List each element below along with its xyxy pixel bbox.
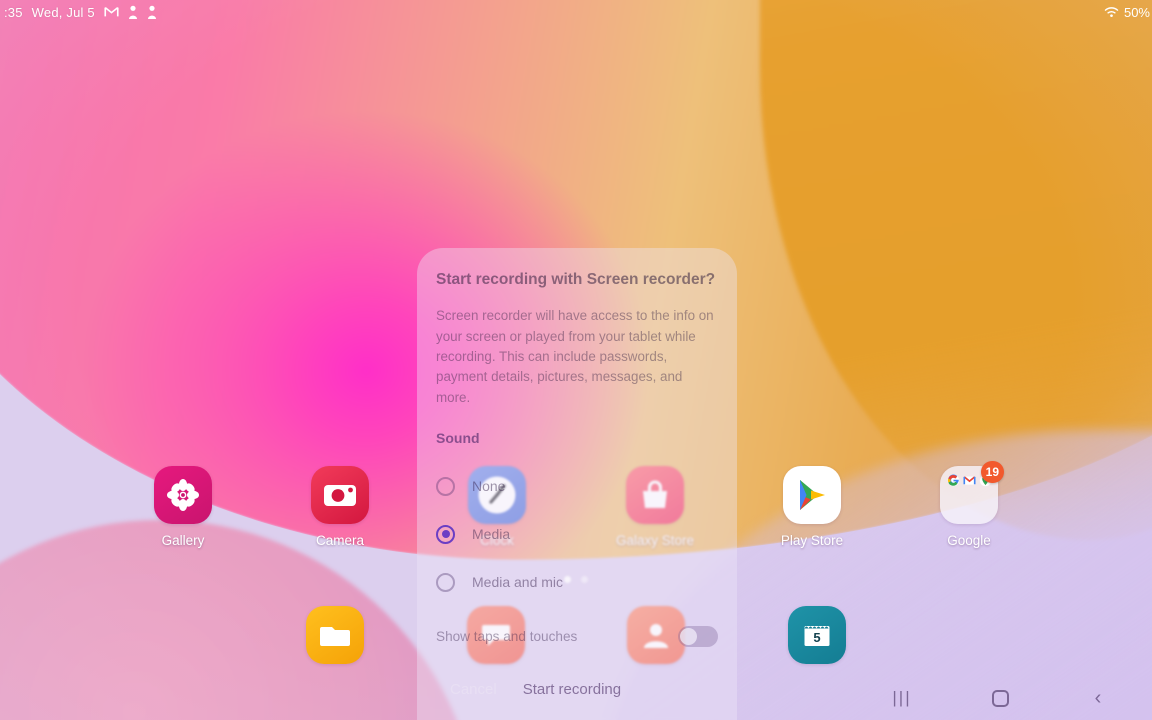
radio-button[interactable] xyxy=(436,476,455,496)
app-gallery[interactable]: Gallery xyxy=(123,466,243,548)
app-label: Play Store xyxy=(780,533,844,548)
app-camera[interactable]: Camera xyxy=(280,466,400,548)
radio-option-none[interactable]: None xyxy=(436,462,718,510)
app-calendar[interactable]: 5 xyxy=(757,606,877,673)
tablet-screen: :35 Wed, Jul 5 50% Gallery Camera Clock … xyxy=(0,0,1152,720)
app-folder-google[interactable]: 19 Google xyxy=(909,461,1029,548)
app-label: Gallery xyxy=(161,533,205,548)
app-label: Google xyxy=(947,533,991,548)
gmail-icon xyxy=(963,476,976,485)
radio-label: Media xyxy=(472,526,511,543)
radio-button-selected[interactable] xyxy=(436,524,455,544)
app-my-files[interactable] xyxy=(275,606,395,673)
app-label: Camera xyxy=(315,533,364,548)
camera-icon[interactable] xyxy=(311,466,369,524)
radio-button[interactable] xyxy=(436,572,455,592)
google-folder-icon[interactable]: 19 xyxy=(940,461,1004,524)
calendar-day: 5 xyxy=(813,630,820,645)
app-play-store[interactable]: Play Store xyxy=(752,466,872,548)
toggle-knob xyxy=(680,628,697,646)
screen-recorder-dialog: Start recording with Screen recorder? Sc… xyxy=(417,248,737,720)
dialog-body: Screen recorder will have access to the … xyxy=(436,308,714,405)
show-taps-label: Show taps and touches xyxy=(436,629,578,645)
radio-option-media[interactable]: Media xyxy=(436,510,718,558)
dialog-actions: Cancel Start recording xyxy=(436,681,718,698)
calendar-icon[interactable]: 5 xyxy=(788,606,846,664)
radio-option-media-and-mic[interactable]: Media and mic xyxy=(436,558,718,606)
radio-label: Media and mic xyxy=(472,574,564,591)
my-files-icon[interactable] xyxy=(306,606,364,664)
radio-label: None xyxy=(472,478,506,495)
folder-badge: 19 xyxy=(980,461,1004,483)
cancel-button[interactable]: Cancel xyxy=(436,681,497,698)
dialog-title: Start recording with Screen recorder? xyxy=(436,271,716,288)
dialog-section-sound: Sound xyxy=(436,430,480,447)
show-taps-toggle[interactable] xyxy=(678,626,718,648)
show-taps-row[interactable]: Show taps and touches xyxy=(436,626,718,648)
start-recording-button[interactable]: Start recording xyxy=(523,681,621,698)
play-store-icon[interactable] xyxy=(783,466,841,524)
google-g-icon xyxy=(947,474,960,487)
gallery-icon[interactable] xyxy=(154,466,212,524)
